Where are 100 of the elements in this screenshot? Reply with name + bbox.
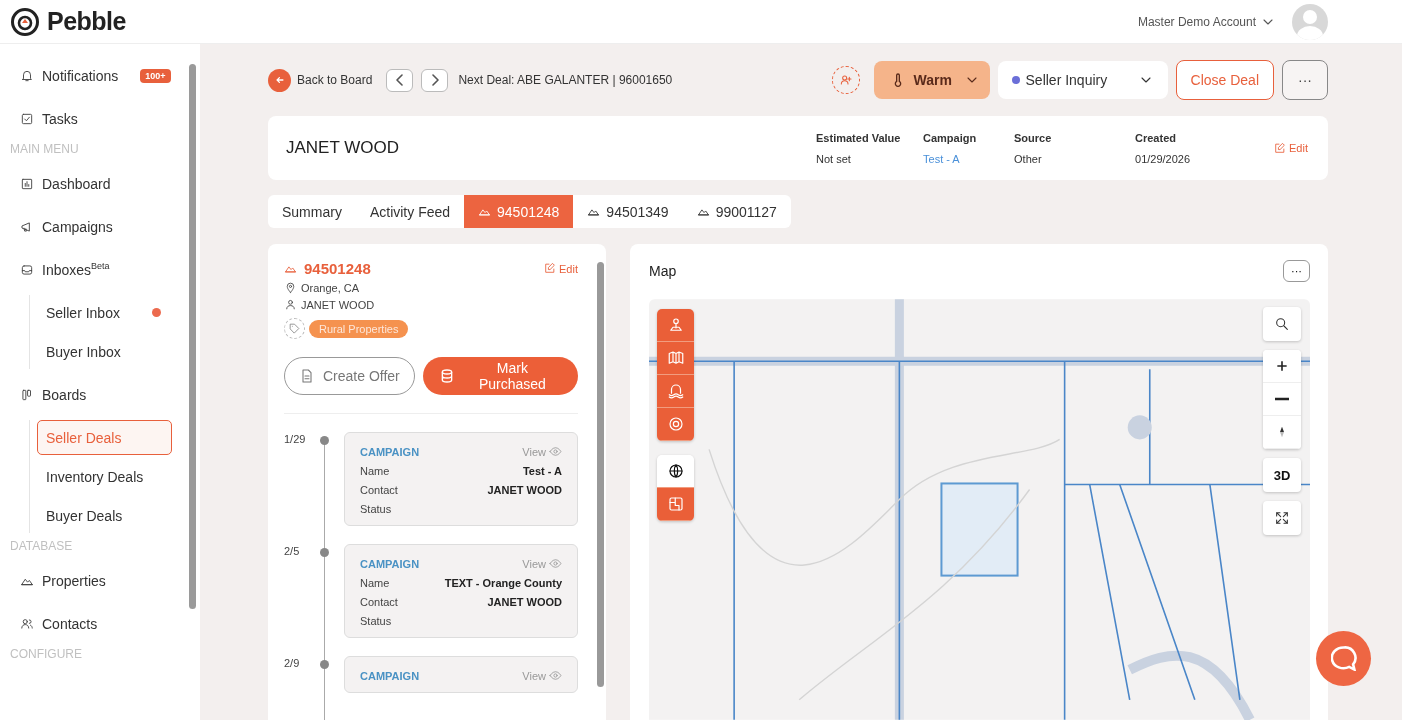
row-label: Name — [360, 465, 390, 477]
sidebar-subitem[interactable]: Buyer Deals — [37, 498, 172, 533]
edit-button[interactable]: Edit — [543, 262, 578, 275]
property-location: Orange, CA — [301, 281, 360, 294]
location-pin-icon — [284, 281, 297, 294]
checkbox-icon — [20, 111, 34, 126]
edit-icon — [1273, 141, 1287, 155]
activity-type: CAMPAIGN — [360, 669, 420, 682]
sidebar-item[interactable]: Notifications 100+ — [10, 54, 188, 97]
account-menu[interactable]: Master Demo Account — [1131, 12, 1282, 31]
section-label: CONFIGURE — [10, 646, 83, 663]
stage-dropdown[interactable]: Seller Inquiry — [997, 61, 1168, 99]
app-logo: Pebble — [47, 7, 126, 36]
tab[interactable]: 94501349 — [573, 195, 683, 228]
next-deal-text: Next Deal: ABE GALANTER | 96001650 — [458, 73, 673, 87]
search-button[interactable] — [1263, 307, 1301, 341]
timeline-date: 2/5 — [284, 544, 301, 559]
row-value: JANET WOOD — [487, 484, 562, 496]
row-label: Status — [360, 615, 392, 627]
temperature-dropdown[interactable]: Warm — [873, 61, 990, 99]
sidebar-item[interactable]: Boards — [10, 373, 188, 416]
panel-title: Map — [649, 263, 677, 279]
close-deal-button[interactable]: Close Deal — [1175, 60, 1274, 100]
person-icon — [284, 298, 297, 311]
map-style-button[interactable] — [657, 455, 694, 488]
tab[interactable]: 99001127 — [682, 195, 791, 228]
chevron-right-icon — [430, 74, 439, 86]
zoom-out-button[interactable] — [1263, 383, 1301, 416]
timeline-date: 1/29 — [284, 432, 307, 447]
inbox-icon — [20, 262, 34, 277]
expand-icon — [1274, 510, 1290, 526]
sidebar-item[interactable]: Inboxes$^{Beta}$ — [10, 248, 188, 291]
map-layer-button[interactable] — [657, 375, 694, 408]
count-badge: 100+ — [140, 68, 171, 83]
plus-icon — [1274, 358, 1290, 374]
logo-icon — [10, 6, 40, 37]
row-label: Status — [360, 503, 392, 515]
field-label: Source — [1014, 131, 1053, 144]
fullscreen-button[interactable] — [1263, 501, 1301, 535]
sidebar-subitem[interactable]: Buyer Inbox — [37, 334, 172, 369]
target-icon — [666, 415, 685, 433]
timeline-dot — [320, 436, 329, 445]
row-value: TEXT - Orange County — [444, 577, 562, 589]
people-icon — [20, 616, 34, 631]
search-icon — [1274, 316, 1290, 332]
field-value: Other — [1014, 152, 1043, 165]
back-button[interactable]: Back to Board — [268, 68, 373, 92]
map-layer-button[interactable] — [657, 408, 694, 441]
field-label: Estimated Value — [816, 131, 902, 144]
timeline-dot — [320, 660, 329, 669]
tab[interactable]: Activity Feed — [355, 195, 465, 228]
previous-button[interactable] — [386, 68, 414, 92]
eye-icon — [549, 445, 562, 458]
field-label: Created — [1135, 131, 1177, 144]
row-label: Contact — [360, 484, 398, 496]
contact-name: JANET WOOD — [286, 138, 400, 158]
sidebar-subitem[interactable]: Inventory Deals — [37, 459, 172, 494]
campaign-link[interactable]: Test - A — [923, 152, 1015, 165]
map-book-icon — [666, 349, 685, 367]
parcel-icon — [666, 495, 685, 513]
tag-icon — [288, 322, 301, 335]
sidebar-item[interactable]: Contacts — [10, 602, 188, 645]
timeline-dot — [320, 548, 329, 557]
next-button[interactable] — [421, 68, 449, 92]
sidebar-item[interactable]: Dashboard — [10, 162, 188, 205]
sidebar-item[interactable]: Tasks — [10, 97, 188, 140]
sidebar-item[interactable]: Campaigns — [10, 205, 188, 248]
activity-type: CAMPAIGN — [360, 557, 420, 570]
section-label: DATABASE — [10, 538, 74, 555]
edit-button[interactable]: Edit — [1273, 141, 1308, 155]
3d-button[interactable]: 3D — [1263, 458, 1301, 492]
tab[interactable]: Summary — [268, 195, 356, 228]
more-button[interactable]: ··· — [1283, 260, 1310, 282]
edit-icon — [543, 262, 557, 275]
flood-house-icon — [666, 382, 685, 400]
tag: Rural Properties — [309, 319, 409, 338]
map-layer-button[interactable] — [657, 309, 694, 342]
map-layer-button[interactable] — [657, 342, 694, 375]
field-label: Campaign — [923, 131, 978, 144]
timeline-date: 2/9 — [284, 656, 301, 671]
activity-type: CAMPAIGN — [360, 445, 420, 458]
sidebar-item[interactable]: Properties — [10, 559, 188, 602]
document-icon — [299, 368, 315, 384]
row-label: Contact — [360, 596, 398, 608]
sidebar-subitem[interactable]: Seller Inbox — [37, 295, 172, 330]
more-button[interactable]: ··· — [1282, 60, 1328, 100]
section-label: MAIN MENU — [10, 141, 80, 158]
bell-icon — [20, 68, 34, 83]
board-icon — [20, 387, 34, 402]
chevron-left-icon — [395, 74, 404, 86]
row-value: JANET WOOD — [487, 596, 562, 608]
row-label: Name — [360, 577, 390, 589]
globe-icon — [666, 462, 685, 480]
minus-icon — [1274, 397, 1290, 401]
zoom-in-button[interactable] — [1263, 350, 1301, 383]
eye-icon — [549, 557, 562, 570]
property-owner: JANET WOOD — [301, 298, 375, 311]
field-value: 01/29/2026 — [1135, 152, 1192, 165]
create-offer-button[interactable]: Create Offer — [284, 357, 415, 395]
field-value: Not set — [816, 152, 852, 165]
